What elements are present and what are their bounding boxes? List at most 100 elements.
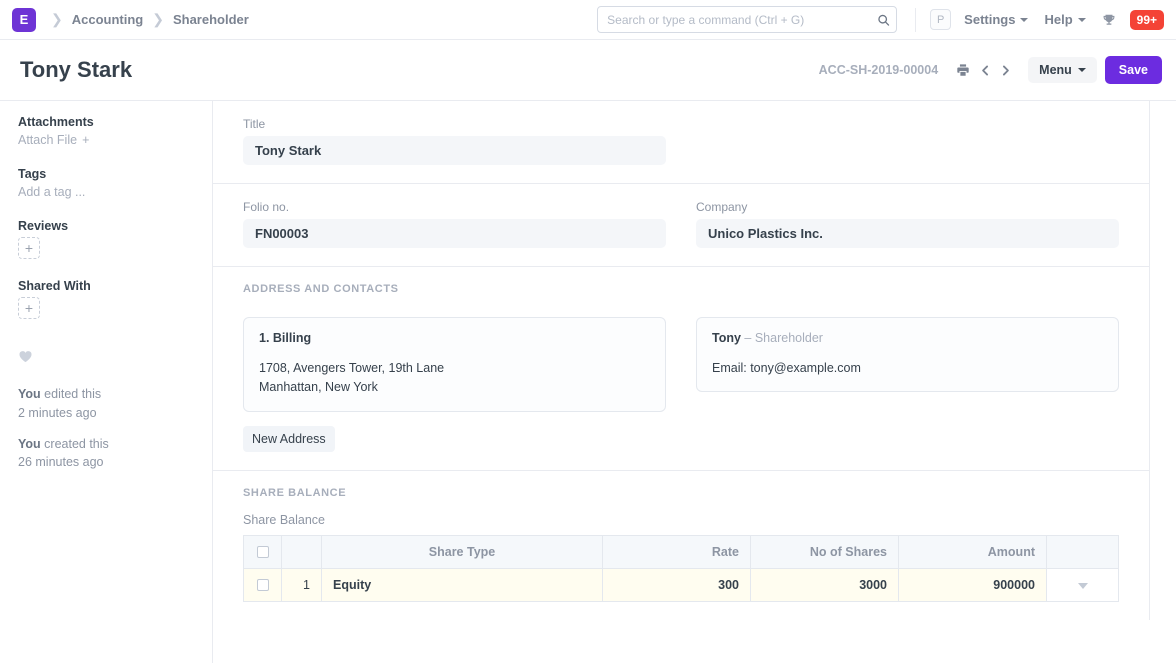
table-row[interactable]: 1 Equity 300 3000 900000	[243, 567, 1119, 602]
address-card-title: 1. Billing	[259, 331, 312, 345]
document-id: ACC-SH-2019-00004	[818, 63, 939, 77]
search-input[interactable]	[597, 6, 898, 33]
new-address-button[interactable]: New Address	[243, 425, 335, 452]
company-label: Company	[696, 200, 748, 214]
company-input[interactable]: Unico Plastics Inc.	[696, 219, 1119, 248]
next-document-icon[interactable]	[996, 58, 1014, 82]
share-section-title: SHARE BALANCE	[243, 486, 347, 499]
section-title: Title Tony Stark	[213, 101, 1149, 184]
menu-button[interactable]: Menu	[1028, 56, 1097, 84]
sidebar-section-shared-with: Shared With +	[18, 279, 194, 319]
folio-label: Folio no.	[243, 200, 290, 214]
print-icon[interactable]	[954, 58, 972, 82]
col-header-actions	[1046, 534, 1119, 569]
contact-card[interactable]: Tony – Shareholder Email: tony@example.c…	[696, 317, 1119, 393]
top-navbar: E ❯ Accounting ❯ Shareholder P Settings …	[0, 0, 1176, 40]
address-line-2: Manhattan, New York	[259, 380, 378, 395]
address-contact-cards: 1. Billing 1708, Avengers Tower, 19th La…	[243, 317, 1119, 412]
reviews-heading: Reviews	[18, 219, 69, 233]
document-nav-arrows	[976, 58, 1014, 82]
address-section-title: ADDRESS AND CONTACTS	[243, 283, 399, 295]
select-all-checkbox[interactable]	[256, 546, 269, 559]
address-line-1: 1708, Avengers Tower, 19th Lane	[259, 361, 445, 375]
select-all-header[interactable]	[243, 534, 282, 569]
attach-file-label: Attach File	[18, 133, 78, 147]
sidebar: Attachments Attach File + Tags Add a tag…	[0, 101, 213, 663]
index-header	[281, 534, 322, 569]
add-tag-input[interactable]: Add a tag ...	[18, 185, 194, 199]
col-header-share-type[interactable]: Share Type	[321, 534, 603, 569]
contact-card-title: Tony – Shareholder	[712, 331, 1103, 345]
help-menu[interactable]: Help	[1044, 12, 1086, 27]
row-expand-cell[interactable]	[1046, 567, 1119, 602]
title-field-group: Title Tony Stark	[243, 117, 666, 165]
prev-document-icon[interactable]	[976, 58, 994, 82]
share-balance-table: Share Type Rate No of Shares Amount 1 Eq…	[243, 534, 1119, 602]
attach-file-button[interactable]: Attach File +	[18, 133, 194, 147]
add-review-button[interactable]: +	[18, 237, 40, 259]
section-share-balance: SHARE BALANCE Share Balance Share Type R…	[213, 471, 1149, 620]
sidebar-section-reviews: Reviews +	[18, 219, 194, 259]
share-grid-label: Share Balance	[243, 512, 326, 527]
section-folio-company: Folio no. FN00003 Company Unico Plastics…	[213, 184, 1149, 267]
edited-by: You	[18, 387, 41, 401]
add-shared-user-button[interactable]: +	[18, 297, 40, 319]
page-header: Tony Stark ACC-SH-2019-00004 Menu Save	[0, 40, 1176, 101]
contact-email: Email: tony@example.com	[712, 361, 861, 375]
address-card[interactable]: 1. Billing 1708, Avengers Tower, 19th La…	[243, 317, 666, 412]
trophy-icon[interactable]	[1102, 13, 1116, 27]
attachments-heading: Attachments	[18, 115, 94, 129]
edited-text: edited this	[44, 387, 102, 401]
menu-label: Menu	[1039, 62, 1072, 77]
cell-share-type[interactable]: Equity	[321, 567, 603, 602]
main-form: Title Tony Stark Folio no. FN00003 Compa…	[213, 101, 1176, 663]
breadcrumb-chevron-icon: ❯	[152, 11, 164, 27]
shared-with-heading: Shared With	[18, 279, 91, 293]
title-label: Title	[243, 117, 266, 131]
chevron-down-icon	[1077, 17, 1086, 22]
search-container	[597, 6, 898, 33]
title-field-spacer	[696, 117, 1119, 165]
cell-amount[interactable]: 900000	[898, 567, 1047, 602]
company-field-group: Company Unico Plastics Inc.	[696, 200, 1119, 248]
tags-heading: Tags	[18, 167, 47, 181]
breadcrumb-chevron-icon: ❯	[51, 11, 63, 27]
form-container: Title Tony Stark Folio no. FN00003 Compa…	[213, 101, 1150, 620]
contact-role: – Shareholder	[744, 331, 823, 345]
field-row: Title Tony Stark	[243, 117, 1119, 165]
folio-input[interactable]: FN00003	[243, 219, 666, 248]
title-input[interactable]: Tony Stark	[243, 136, 666, 165]
created-time: 26 minutes ago	[18, 455, 104, 470]
created-by: You	[18, 436, 41, 451]
breadcrumb-accounting[interactable]: Accounting	[72, 12, 144, 27]
settings-menu[interactable]: Settings	[964, 12, 1029, 27]
edited-time: 2 minutes ago	[18, 405, 97, 420]
row-checkbox[interactable]	[256, 579, 269, 592]
col-header-rate[interactable]: Rate	[602, 534, 751, 569]
search-icon[interactable]	[877, 13, 890, 26]
avatar[interactable]: P	[930, 9, 952, 30]
app-logo[interactable]: E	[12, 7, 36, 32]
table-body: 1 Equity 300 3000 900000	[243, 567, 1119, 602]
field-row: Folio no. FN00003 Company Unico Plastics…	[243, 200, 1119, 248]
navbar-divider	[915, 7, 917, 32]
contact-name: Tony	[712, 331, 741, 345]
folio-field-group: Folio no. FN00003	[243, 200, 666, 248]
col-header-amount[interactable]: Amount	[898, 534, 1047, 569]
table-header-row: Share Type Rate No of Shares Amount	[243, 534, 1119, 569]
edited-info: You edited this 2 minutes ago	[18, 385, 194, 423]
table-head: Share Type Rate No of Shares Amount	[243, 534, 1119, 569]
cell-rate[interactable]: 300	[602, 567, 751, 602]
help-label: Help	[1044, 12, 1073, 27]
chevron-down-icon[interactable]	[1077, 582, 1088, 589]
row-index: 1	[281, 567, 322, 602]
created-info: You created this 26 minutes ago	[18, 435, 194, 473]
like-heart-icon[interactable]	[18, 349, 194, 369]
cell-no-of-shares[interactable]: 3000	[750, 567, 899, 602]
breadcrumb-shareholder[interactable]: Shareholder	[173, 12, 249, 27]
notification-badge[interactable]: 99+	[1129, 9, 1164, 30]
col-header-no-of-shares[interactable]: No of Shares	[750, 534, 899, 569]
plus-icon: +	[82, 133, 90, 147]
row-select-cell[interactable]	[243, 567, 282, 602]
save-button[interactable]: Save	[1104, 55, 1162, 85]
